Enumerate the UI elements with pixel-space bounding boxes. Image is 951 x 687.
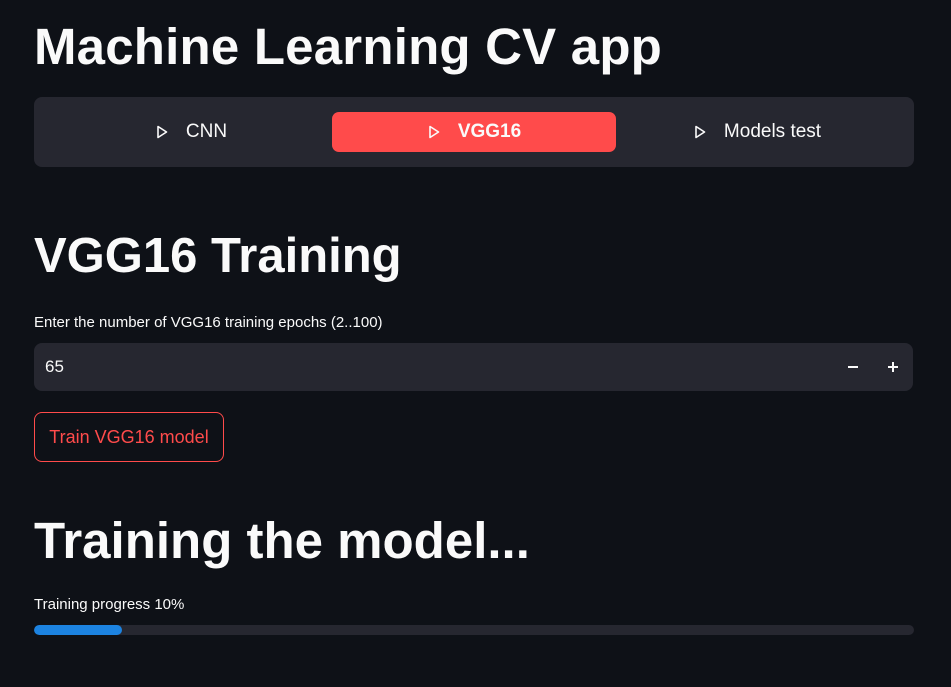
play-outline-icon — [427, 125, 441, 139]
nav-item-vgg16[interactable]: VGG16 — [332, 112, 616, 152]
training-status-title: Training the model... — [34, 512, 530, 569]
nav-item-cnn[interactable]: CNN — [49, 112, 333, 152]
play-outline-icon — [155, 125, 169, 139]
nav-item-models-test[interactable]: Models test — [615, 112, 899, 152]
increment-button[interactable] — [873, 343, 913, 391]
nav-bar: CNN VGG16 Models test — [34, 97, 914, 167]
epochs-input[interactable] — [34, 343, 814, 391]
plus-icon — [887, 361, 899, 373]
progress-bar-fill — [34, 625, 122, 635]
play-outline-icon — [693, 125, 707, 139]
train-vgg16-button[interactable]: Train VGG16 model — [34, 412, 224, 462]
nav-item-label: CNN — [185, 121, 228, 142]
nav-item-label: Models test — [723, 121, 822, 142]
epochs-number-input — [34, 343, 913, 391]
decrement-button[interactable] — [833, 343, 873, 391]
nav-item-label: VGG16 — [457, 121, 522, 142]
progress-label: Training progress 10% — [34, 596, 185, 613]
section-title: VGG16 Training — [34, 229, 402, 283]
app-title: Machine Learning CV app — [34, 18, 663, 75]
progress-bar — [34, 625, 914, 635]
epochs-label: Enter the number of VGG16 training epoch… — [34, 314, 383, 331]
minus-icon — [847, 361, 859, 373]
app-page: Machine Learning CV app CNN VGG16 Models… — [0, 0, 951, 687]
